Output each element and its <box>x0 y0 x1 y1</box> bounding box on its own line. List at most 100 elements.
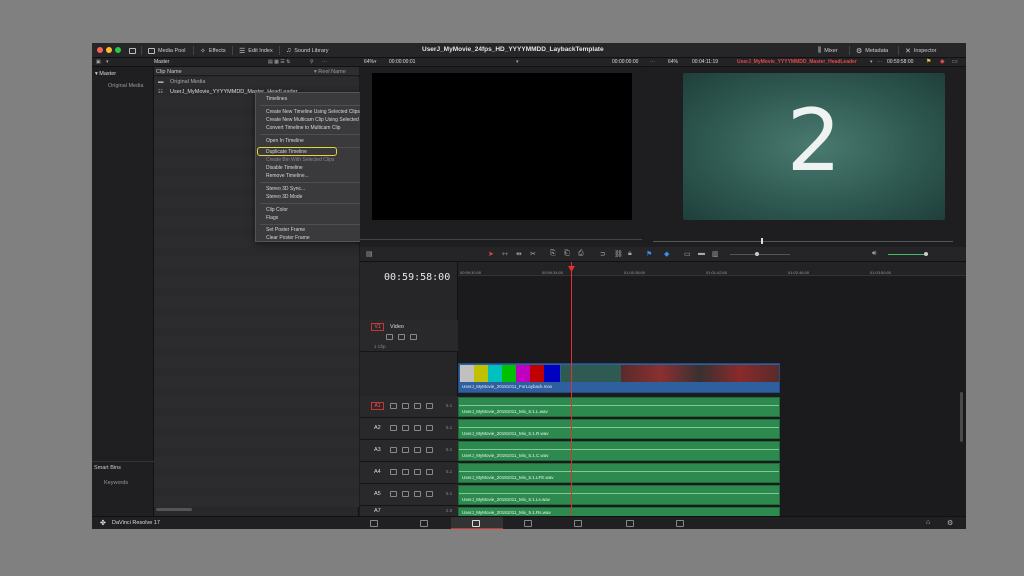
zoom-slider-handle[interactable] <box>755 252 759 256</box>
timeline-ruler[interactable]: 00:59:30:00 00:59:34:00 01:00:38:00 01:0… <box>458 262 966 276</box>
auto-select-icon[interactable] <box>398 334 405 340</box>
chevron-down-icon[interactable]: ▾ <box>106 59 109 65</box>
trim-tool-icon[interactable]: ⇿ <box>502 250 508 258</box>
blade-tool-icon[interactable]: ✂ <box>530 250 536 258</box>
dynamic-trim-icon[interactable]: ⇹ <box>516 250 522 258</box>
track-badge[interactable]: V1 <box>371 323 384 331</box>
lock-icon[interactable] <box>390 425 397 431</box>
insert-clip-icon[interactable]: ⎘ <box>550 250 556 258</box>
media-page-icon[interactable] <box>370 520 378 527</box>
more-options-icon[interactable]: ⋯ <box>877 59 882 65</box>
audio-clip[interactable]: UserJ_MyMovie_20181011_Mix_5.1.LFE.wav <box>458 463 780 483</box>
track-badge[interactable]: A3 <box>374 447 381 453</box>
bin-original-media[interactable]: Original Media <box>108 83 143 89</box>
menu-item-stereo-mode[interactable]: Stereo 3D Mode <box>266 194 302 200</box>
mute-button[interactable] <box>426 403 433 409</box>
track-badge[interactable]: A7 <box>374 508 381 514</box>
audio-clip[interactable]: UserJ_MyMovie_20181011_Mix_5.1.Rs.wav <box>458 507 780 516</box>
cut-page-icon[interactable] <box>420 520 428 527</box>
lock-icon[interactable] <box>386 334 393 340</box>
menu-item-open-in-timeline[interactable]: Open In Timeline <box>266 138 304 144</box>
fairlight-page-icon[interactable] <box>626 520 634 527</box>
mute-button[interactable] <box>426 447 433 453</box>
auto-select-icon[interactable] <box>402 447 409 453</box>
viewer-layout-icon[interactable]: ▭ <box>952 58 958 65</box>
lock-icon[interactable] <box>390 469 397 475</box>
vertical-scrollbar[interactable] <box>960 392 963 442</box>
speaker-icon[interactable]: 🔊︎ <box>872 250 876 258</box>
search-icon[interactable]: ⚲ <box>310 59 314 65</box>
menu-item-flags[interactable]: Flags <box>266 215 278 221</box>
source-scrubber[interactable] <box>360 239 642 240</box>
timeline-area[interactable]: 00:59:30:00 00:59:34:00 01:00:38:00 01:0… <box>458 262 966 516</box>
media-pool-button[interactable]: Media Pool <box>144 45 190 56</box>
auto-select-icon[interactable] <box>402 491 409 497</box>
zoom-window-button[interactable] <box>115 47 121 53</box>
track-badge[interactable]: A4 <box>374 469 381 475</box>
menu-item-clip-color[interactable]: Clip Color <box>266 207 288 213</box>
menu-item-clear-poster-frame[interactable]: Clear Poster Frame <box>266 235 310 241</box>
mixer-button[interactable]: ⫼ Mixer <box>814 45 842 56</box>
deliver-page-icon[interactable] <box>676 520 684 527</box>
more-options-icon[interactable]: ⋯ <box>650 59 655 65</box>
chevron-down-icon[interactable]: ▾ <box>870 59 873 65</box>
menu-item-create-timeline[interactable]: Create New Timeline Using Selected Clips… <box>266 109 364 115</box>
chevron-down-icon[interactable]: ▾ <box>516 59 519 65</box>
menu-item-remove-timeline[interactable]: Remove Timeline... <box>266 173 309 179</box>
source-zoom[interactable]: 64% <box>364 59 374 65</box>
playhead[interactable] <box>571 262 572 516</box>
solo-button[interactable] <box>414 447 421 453</box>
lock-icon[interactable]: 🔒︎ <box>628 250 632 258</box>
zoom-slider[interactable] <box>730 254 790 255</box>
chevron-down-icon[interactable]: ▾ <box>374 59 377 65</box>
menu-item-timelines[interactable]: Timelines <box>266 96 287 102</box>
source-viewer-screen[interactable] <box>372 73 632 220</box>
scrubber-handle[interactable] <box>761 238 763 244</box>
fusion-page-icon[interactable] <box>524 520 532 527</box>
lock-icon[interactable] <box>390 491 397 497</box>
mute-button[interactable] <box>426 469 433 475</box>
auto-select-icon[interactable] <box>402 403 409 409</box>
audio-clip[interactable]: UserJ_MyMovie_20181011_Mix_5.1.R.wav <box>458 419 780 439</box>
menu-item-convert-multicam[interactable]: Convert Timeline to Multicam Clip <box>266 125 340 131</box>
track-badge[interactable]: A2 <box>374 425 381 431</box>
timeline-viewer-screen[interactable]: 2 <box>683 73 945 220</box>
menu-item-stereo-sync[interactable]: Stereo 3D Sync... <box>266 186 305 192</box>
audio-clip[interactable]: UserJ_MyMovie_20181011_Mix_5.1.L.wav <box>458 397 780 417</box>
monitor-icon[interactable] <box>410 334 417 340</box>
zoom-detail-icon[interactable]: ▬ <box>698 250 705 257</box>
link-icon[interactable]: ⛓ <box>614 250 623 258</box>
auto-select-icon[interactable] <box>402 469 409 475</box>
close-window-button[interactable] <box>97 47 103 53</box>
marker-icon[interactable]: ◆ <box>940 58 945 65</box>
timeline-view-options-icon[interactable]: ▤ <box>366 250 373 258</box>
column-reel-name[interactable]: ▾ Reel Name <box>314 69 346 75</box>
edit-index-button[interactable]: ☰ Edit Index <box>235 45 277 56</box>
timeline-name[interactable]: UserJ_MyMovie_YYYYMMDD_Master_HeadLeader <box>737 59 857 65</box>
more-options-icon[interactable]: ⋯ <box>322 59 327 65</box>
solo-button[interactable] <box>414 491 421 497</box>
mute-button[interactable] <box>426 491 433 497</box>
marker-icon[interactable]: ◆ <box>664 250 669 258</box>
effects-button[interactable]: ✧ Effects <box>196 45 230 56</box>
zoom-full-icon[interactable]: ▭ <box>684 250 691 258</box>
volume-slider-handle[interactable] <box>924 252 928 256</box>
view-mode-icons[interactable]: ▤ ▦ ☰ ⇅ <box>268 59 290 65</box>
home-icon[interactable]: ⌂ <box>926 519 930 526</box>
monitor-icon[interactable] <box>125 45 140 56</box>
volume-slider[interactable] <box>888 254 928 255</box>
audio-clip[interactable]: UserJ_MyMovie_20181011_Mix_5.1.Ls.wav <box>458 485 780 505</box>
sidebar-toggle-icon[interactable]: ▣ <box>96 59 101 65</box>
flag-icon[interactable]: ⚑ <box>926 58 931 65</box>
menu-item-duplicate-timeline[interactable]: Duplicate Timeline <box>266 149 307 155</box>
audio-clip[interactable]: UserJ_MyMovie_20181011_Mix_5.1.C.wav <box>458 441 780 461</box>
auto-select-icon[interactable] <box>402 425 409 431</box>
track-badge[interactable]: A1 <box>371 402 384 410</box>
lock-icon[interactable] <box>390 447 397 453</box>
color-page-icon[interactable] <box>574 520 582 527</box>
flag-icon[interactable]: ⚑ <box>646 250 652 258</box>
metadata-button[interactable]: ⚙ Metadata <box>852 45 892 56</box>
zoom-custom-icon[interactable]: ▥ <box>712 250 719 258</box>
column-clip-name[interactable]: Clip Name <box>156 69 182 75</box>
timeline-scrubber[interactable] <box>653 241 953 242</box>
